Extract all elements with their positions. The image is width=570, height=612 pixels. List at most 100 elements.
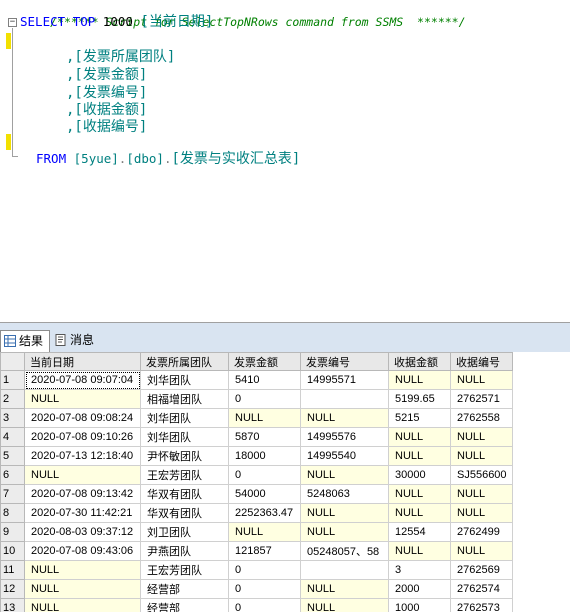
- column-header[interactable]: 当前日期: [24, 352, 141, 371]
- collapse-toggle-icon[interactable]: −: [8, 18, 17, 27]
- column-header[interactable]: 发票金额: [228, 352, 301, 371]
- grid-cell[interactable]: 0: [228, 579, 301, 599]
- grid-cell[interactable]: NULL: [24, 389, 141, 409]
- results-grid[interactable]: 当前日期 发票所属团队 发票金额 发票编号 收据金额 收据编号 1 2020-07…: [0, 352, 570, 612]
- table-row[interactable]: 3 2020-07-08 09:08:24 刘华团队 NULL NULL 5215 2762…: [0, 408, 513, 428]
- table-row[interactable]: 11 NULL 王宏芳团队 0 3 2762569: [0, 560, 513, 580]
- grid-cell[interactable]: 2020-07-08 09:08:24: [24, 408, 141, 428]
- grid-cell[interactable]: NULL: [450, 427, 513, 447]
- grid-cell[interactable]: NULL: [24, 465, 141, 485]
- table-row[interactable]: 12 NULL 经营部 0 NULL 2000 2762574: [0, 579, 513, 599]
- grid-cell[interactable]: 刘华团队: [140, 427, 229, 447]
- grid-cell[interactable]: 5870: [228, 427, 301, 447]
- grid-cell[interactable]: 相福增团队: [140, 389, 229, 409]
- column-header[interactable]: 收据编号: [450, 352, 513, 371]
- grid-cell[interactable]: NULL: [450, 484, 513, 504]
- grid-cell[interactable]: 2762569: [450, 560, 513, 580]
- row-number[interactable]: 11: [0, 560, 25, 580]
- table-row[interactable]: 2 NULL 相福增团队 0 5199.65 2762571: [0, 389, 513, 409]
- grid-cell[interactable]: 5199.65: [388, 389, 451, 409]
- grid-cell[interactable]: 0: [228, 598, 301, 612]
- table-row[interactable]: 8 2020-07-30 11:42:21 华双有团队 2252363.47 NULL N…: [0, 503, 513, 523]
- table-row[interactable]: 6 NULL 王宏芳团队 0 NULL 30000 SJ556600: [0, 465, 513, 485]
- tab-results[interactable]: 结果: [0, 330, 50, 352]
- grid-cell[interactable]: NULL: [300, 598, 389, 612]
- grid-cell[interactable]: NULL: [24, 579, 141, 599]
- grid-cell[interactable]: 经营部: [140, 598, 229, 612]
- grid-cell[interactable]: 2762573: [450, 598, 513, 612]
- grid-cell[interactable]: 华双有团队: [140, 503, 229, 523]
- grid-cell[interactable]: 0: [228, 560, 301, 580]
- grid-cell[interactable]: NULL: [450, 446, 513, 466]
- grid-cell[interactable]: NULL: [388, 503, 451, 523]
- grid-cell[interactable]: 18000: [228, 446, 301, 466]
- grid-cell[interactable]: SJ556600: [450, 465, 513, 485]
- table-row[interactable]: 7 2020-07-08 09:13:42 华双有团队 54000 5248063 NUL…: [0, 484, 513, 504]
- row-number[interactable]: 12: [0, 579, 25, 599]
- grid-cell[interactable]: [300, 389, 389, 409]
- row-number[interactable]: 7: [0, 484, 25, 504]
- grid-cell[interactable]: 尹燕团队: [140, 541, 229, 561]
- grid-cell[interactable]: NULL: [388, 370, 451, 390]
- grid-cell[interactable]: 王宏芳团队: [140, 560, 229, 580]
- table-row[interactable]: 5 2020-07-13 12:18:40 尹怀敏团队 18000 14995540 NU…: [0, 446, 513, 466]
- grid-cell[interactable]: 05248057、58: [300, 541, 389, 561]
- grid-cell[interactable]: 0: [228, 465, 301, 485]
- grid-cell[interactable]: 2020-07-30 11:42:21: [24, 503, 141, 523]
- row-number[interactable]: 2: [0, 389, 25, 409]
- table-row[interactable]: 1 2020-07-08 09:07:04 刘华团队 5410 14995571 NULL…: [0, 370, 513, 390]
- grid-cell[interactable]: 14995571: [300, 370, 389, 390]
- row-number[interactable]: 10: [0, 541, 25, 561]
- table-row[interactable]: 4 2020-07-08 09:10:26 刘华团队 5870 14995576 NULL…: [0, 427, 513, 447]
- grid-cell[interactable]: 2020-07-08 09:07:04: [24, 370, 141, 390]
- row-number[interactable]: 5: [0, 446, 25, 466]
- grid-cell[interactable]: NULL: [450, 541, 513, 561]
- grid-cell[interactable]: 尹怀敏团队: [140, 446, 229, 466]
- grid-cell[interactable]: 5215: [388, 408, 451, 428]
- grid-cell[interactable]: 30000: [388, 465, 451, 485]
- grid-cell[interactable]: 经营部: [140, 579, 229, 599]
- grid-cell[interactable]: NULL: [450, 370, 513, 390]
- table-row[interactable]: 9 2020-08-03 09:37:12 刘卫团队 NULL NULL 12554 276…: [0, 522, 513, 542]
- grid-cell[interactable]: NULL: [300, 408, 389, 428]
- grid-cell[interactable]: 1000: [388, 598, 451, 612]
- grid-cell[interactable]: 3: [388, 560, 451, 580]
- row-number[interactable]: 3: [0, 408, 25, 428]
- grid-cell[interactable]: 2762558: [450, 408, 513, 428]
- grid-cell[interactable]: 2020-07-08 09:10:26: [24, 427, 141, 447]
- grid-cell[interactable]: NULL: [24, 560, 141, 580]
- grid-cell[interactable]: 14995576: [300, 427, 389, 447]
- grid-cell[interactable]: 2020-08-03 09:37:12: [24, 522, 141, 542]
- grid-cell[interactable]: 2252363.47: [228, 503, 301, 523]
- row-number[interactable]: 13: [0, 598, 25, 612]
- grid-cell[interactable]: 王宏芳团队: [140, 465, 229, 485]
- column-header[interactable]: 发票编号: [300, 352, 389, 371]
- grid-cell[interactable]: 5248063: [300, 484, 389, 504]
- grid-cell[interactable]: NULL: [388, 446, 451, 466]
- grid-cell[interactable]: 2020-07-08 09:13:42: [24, 484, 141, 504]
- grid-cell[interactable]: 2020-07-08 09:43:06: [24, 541, 141, 561]
- grid-cell[interactable]: 14995540: [300, 446, 389, 466]
- grid-cell[interactable]: 12554: [388, 522, 451, 542]
- grid-cell[interactable]: 2000: [388, 579, 451, 599]
- grid-cell[interactable]: 刘华团队: [140, 370, 229, 390]
- grid-cell[interactable]: 刘华团队: [140, 408, 229, 428]
- row-number[interactable]: 9: [0, 522, 25, 542]
- grid-cell[interactable]: 2020-07-13 12:18:40: [24, 446, 141, 466]
- grid-cell[interactable]: NULL: [388, 427, 451, 447]
- grid-cell[interactable]: 5410: [228, 370, 301, 390]
- grid-cell[interactable]: 刘卫团队: [140, 522, 229, 542]
- grid-cell[interactable]: NULL: [450, 503, 513, 523]
- grid-cell[interactable]: NULL: [300, 503, 389, 523]
- column-header[interactable]: 收据金额: [388, 352, 451, 371]
- grid-cell[interactable]: 2762571: [450, 389, 513, 409]
- grid-cell[interactable]: NULL: [388, 484, 451, 504]
- grid-cell[interactable]: 2762574: [450, 579, 513, 599]
- grid-cell[interactable]: 121857: [228, 541, 301, 561]
- grid-cell[interactable]: NULL: [228, 522, 301, 542]
- grid-cell[interactable]: NULL: [228, 408, 301, 428]
- grid-corner[interactable]: [0, 352, 25, 371]
- row-number[interactable]: 8: [0, 503, 25, 523]
- grid-cell[interactable]: NULL: [24, 598, 141, 612]
- grid-cell[interactable]: 华双有团队: [140, 484, 229, 504]
